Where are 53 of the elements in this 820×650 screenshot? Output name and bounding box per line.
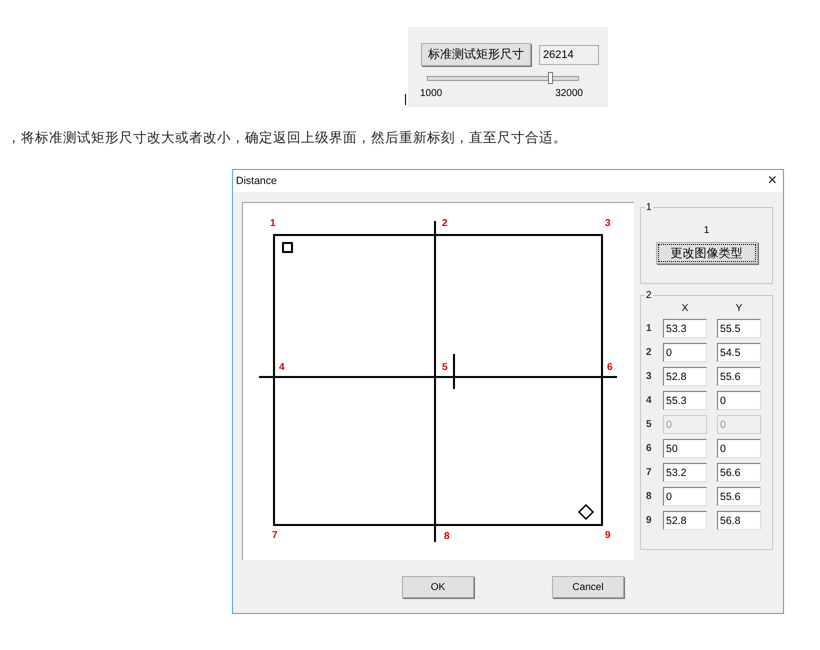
x-field[interactable]: 52.8 (663, 511, 707, 530)
dialog-button[interactable]: Cancel (552, 576, 624, 598)
instruction-text: ，将标准测试矩形尺寸改大或者改小，确定返回上级界面，然后重新标刻，直至尺寸合适。 (7, 129, 568, 147)
slider-max-label: 32000 (555, 88, 583, 99)
slider-thumb[interactable] (548, 72, 552, 84)
y-field[interactable]: 55.6 (717, 487, 761, 506)
row-label: 4 (646, 395, 653, 406)
diamond-marker-icon (578, 504, 594, 520)
row-label: 5 (646, 419, 653, 430)
size-button[interactable]: 标准测试矩形尺寸 (421, 43, 531, 66)
y-field[interactable]: 0 (717, 439, 761, 458)
square-marker-icon (282, 242, 293, 253)
dialog-button[interactable]: OK (402, 576, 474, 598)
image-type-value: 1 (704, 225, 710, 236)
point-label: 8 (444, 531, 450, 542)
row-label: 6 (646, 443, 653, 454)
point-label: 6 (607, 362, 613, 373)
x-field[interactable]: 0 (663, 343, 707, 362)
row-label: 3 (646, 371, 653, 382)
point-label: 1 (270, 218, 276, 229)
row-label: 9 (646, 515, 653, 526)
point-label: 3 (605, 218, 611, 229)
row-label: 7 (646, 467, 653, 478)
group-title: 2 (645, 290, 653, 301)
y-field[interactable]: 55.5 (717, 319, 761, 338)
point-label: 7 (272, 530, 278, 541)
y-field[interactable]: 55.6 (717, 367, 761, 386)
x-field[interactable]: 0 (663, 487, 707, 506)
close-button[interactable]: × (768, 172, 777, 190)
column-header: X (680, 303, 690, 314)
x-field[interactable]: 55.3 (663, 391, 707, 410)
point-label: 9 (605, 530, 611, 541)
x-field[interactable]: 53.2 (663, 463, 707, 482)
x-field[interactable]: 50 (663, 439, 707, 458)
row-label: 2 (646, 347, 653, 358)
y-field[interactable]: 0 (717, 391, 761, 410)
x-field[interactable]: 52.8 (663, 367, 707, 386)
change-image-type-button[interactable]: 更改图像类型 (656, 242, 758, 264)
window-title: Distance (236, 175, 277, 187)
x-field[interactable]: 53.3 (663, 319, 707, 338)
size-field[interactable]: 26214 (539, 44, 599, 64)
column-header: Y (734, 303, 744, 314)
y-field[interactable]: 54.5 (717, 343, 761, 362)
point-label: 4 (279, 362, 285, 373)
point-label: 2 (442, 218, 448, 229)
text-cursor (405, 94, 406, 105)
slider-min-label: 1000 (420, 88, 442, 99)
y-field[interactable]: 56.6 (717, 463, 761, 482)
row-label: 1 (646, 323, 653, 334)
row-label: 8 (646, 491, 653, 502)
group-title: 1 (645, 202, 653, 213)
y-field[interactable]: 56.8 (717, 511, 761, 530)
point-label: 5 (442, 362, 448, 373)
